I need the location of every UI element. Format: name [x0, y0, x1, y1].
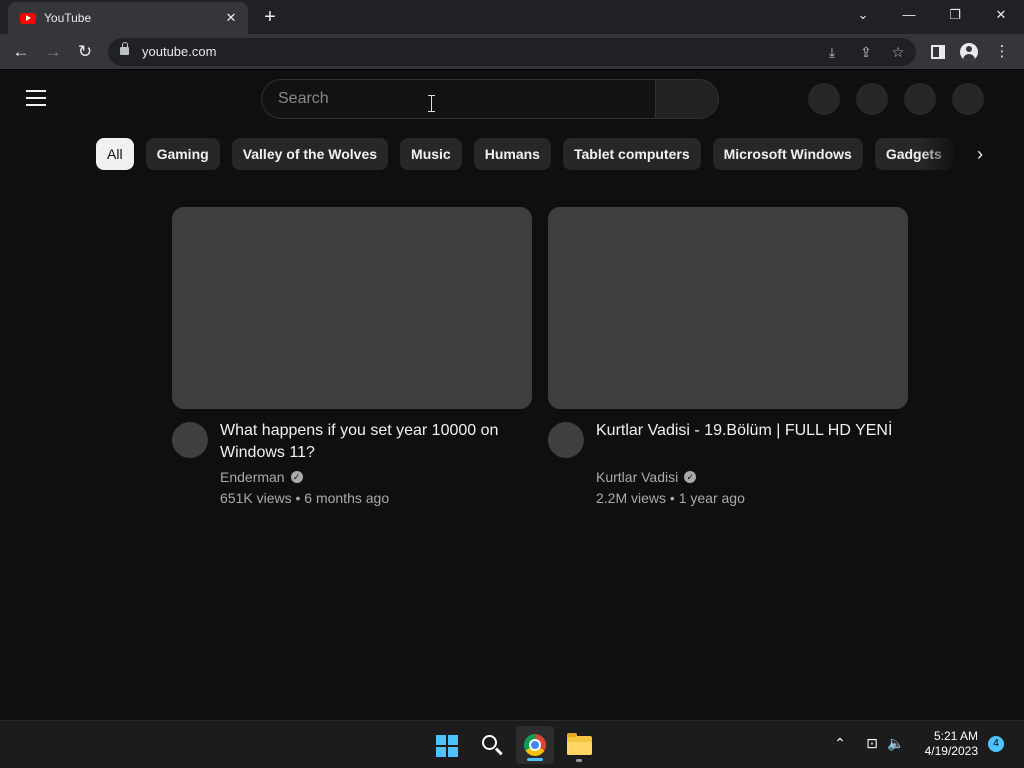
lock-icon[interactable]: [120, 42, 129, 55]
address-bar[interactable]: youtube.com ⤓ ⇪ ☆: [108, 38, 916, 66]
chevron-up-icon[interactable]: ⌃: [830, 732, 850, 754]
side-panel-button[interactable]: [926, 40, 950, 64]
avatar[interactable]: [952, 83, 984, 115]
profile-icon: [960, 43, 978, 61]
tab-title: YouTube: [44, 11, 92, 25]
tab-youtube[interactable]: YouTube ✕: [8, 2, 248, 34]
chip-valley-of-the-wolves[interactable]: Valley of the Wolves: [231, 138, 389, 170]
channel-name[interactable]: Kurtlar Vadisi: [596, 469, 678, 485]
tab-close-icon[interactable]: ✕: [222, 9, 240, 27]
minimize-button[interactable]: —: [886, 0, 932, 30]
network-icon[interactable]: ⊡: [862, 732, 882, 754]
clock-date: 4/19/2023: [924, 744, 978, 758]
tab-search-dropdown-icon[interactable]: ⌄: [840, 0, 886, 30]
channel-name[interactable]: Enderman: [220, 469, 285, 485]
masthead-button-placeholder[interactable]: [856, 83, 888, 115]
close-window-button[interactable]: ✕: [978, 0, 1024, 30]
search-box: [261, 79, 719, 119]
video-title[interactable]: Kurtlar Vadisi - 19.Bölüm | FULL HD YENİ: [596, 420, 896, 442]
video-thumbnail[interactable]: [548, 207, 908, 409]
start-button[interactable]: [427, 726, 465, 764]
windows-logo-icon: [436, 735, 458, 757]
notification-badge[interactable]: 4: [988, 736, 1004, 752]
masthead-button-placeholder[interactable]: [904, 83, 936, 115]
text-cursor-icon: [428, 95, 436, 112]
video-metadata: 2.2M views • 1 year ago: [596, 490, 745, 506]
reload-button[interactable]: ↻: [72, 39, 98, 65]
restore-button[interactable]: ❐: [932, 0, 978, 30]
chip-bar: All Gaming Valley of the Wolves Music Humans…: [96, 138, 960, 170]
channel-avatar[interactable]: [548, 422, 584, 458]
chrome-icon: [524, 734, 546, 756]
channel-name-row: Kurtlar Vadisi ✓: [596, 469, 697, 485]
browser-titlebar: YouTube ✕ + ⌄ — ❐ ✕: [0, 0, 1024, 34]
forward-button[interactable]: →: [40, 39, 66, 65]
channel-name-row: Enderman ✓: [220, 469, 303, 485]
video-thumbnail[interactable]: [172, 207, 532, 409]
chevron-right-icon[interactable]: ›: [964, 138, 996, 170]
chip-humans[interactable]: Humans: [473, 138, 551, 170]
url-text[interactable]: youtube.com: [142, 44, 216, 59]
search-icon: [482, 735, 497, 750]
video-metadata: 651K views • 6 months ago: [220, 490, 390, 506]
search-button[interactable]: [655, 79, 719, 119]
bookmark-star-icon[interactable]: ☆: [888, 42, 908, 62]
video-card[interactable]: Kurtlar Vadisi - 19.Bölüm | FULL HD YENİ…: [548, 207, 908, 507]
volume-icon[interactable]: 🔈: [886, 732, 906, 754]
search-input[interactable]: [261, 79, 656, 119]
chip-microsoft-windows[interactable]: Microsoft Windows: [712, 138, 863, 170]
clock-time: 5:21 AM: [933, 729, 978, 743]
guide-menu-icon[interactable]: [26, 90, 46, 106]
profile-button[interactable]: [957, 40, 981, 64]
verified-icon: ✓: [290, 471, 303, 483]
search-taskbar-button[interactable]: [472, 726, 510, 764]
active-app-indicator: [527, 758, 543, 761]
video-card[interactable]: What happens if you set year 10000 on Wi…: [172, 207, 532, 507]
chip-all[interactable]: All: [96, 138, 134, 170]
system-clock[interactable]: 5:21 AM 4/19/2023: [916, 729, 978, 759]
masthead-button-placeholder[interactable]: [808, 83, 840, 115]
running-app-indicator: [576, 759, 582, 762]
chrome-menu-button[interactable]: ⋮: [990, 40, 1014, 64]
chip-fade: [920, 138, 960, 170]
video-title[interactable]: What happens if you set year 10000 on Wi…: [220, 420, 520, 464]
new-tab-button[interactable]: +: [258, 6, 282, 28]
back-button[interactable]: ←: [8, 39, 34, 65]
chip-tablet-computers[interactable]: Tablet computers: [562, 138, 701, 170]
chip-gaming[interactable]: Gaming: [145, 138, 220, 170]
share-icon[interactable]: ⇪: [856, 42, 876, 62]
install-app-icon[interactable]: ⤓: [822, 42, 842, 62]
youtube-favicon-icon: [20, 12, 36, 24]
chip-music[interactable]: Music: [400, 138, 462, 170]
side-panel-icon: [931, 45, 945, 59]
verified-icon: ✓: [684, 471, 697, 483]
channel-avatar[interactable]: [172, 422, 208, 458]
folder-icon: [567, 733, 592, 755]
browser-toolbar: ← → ↻ youtube.com ⤓ ⇪ ☆ ⋮: [0, 34, 1024, 70]
